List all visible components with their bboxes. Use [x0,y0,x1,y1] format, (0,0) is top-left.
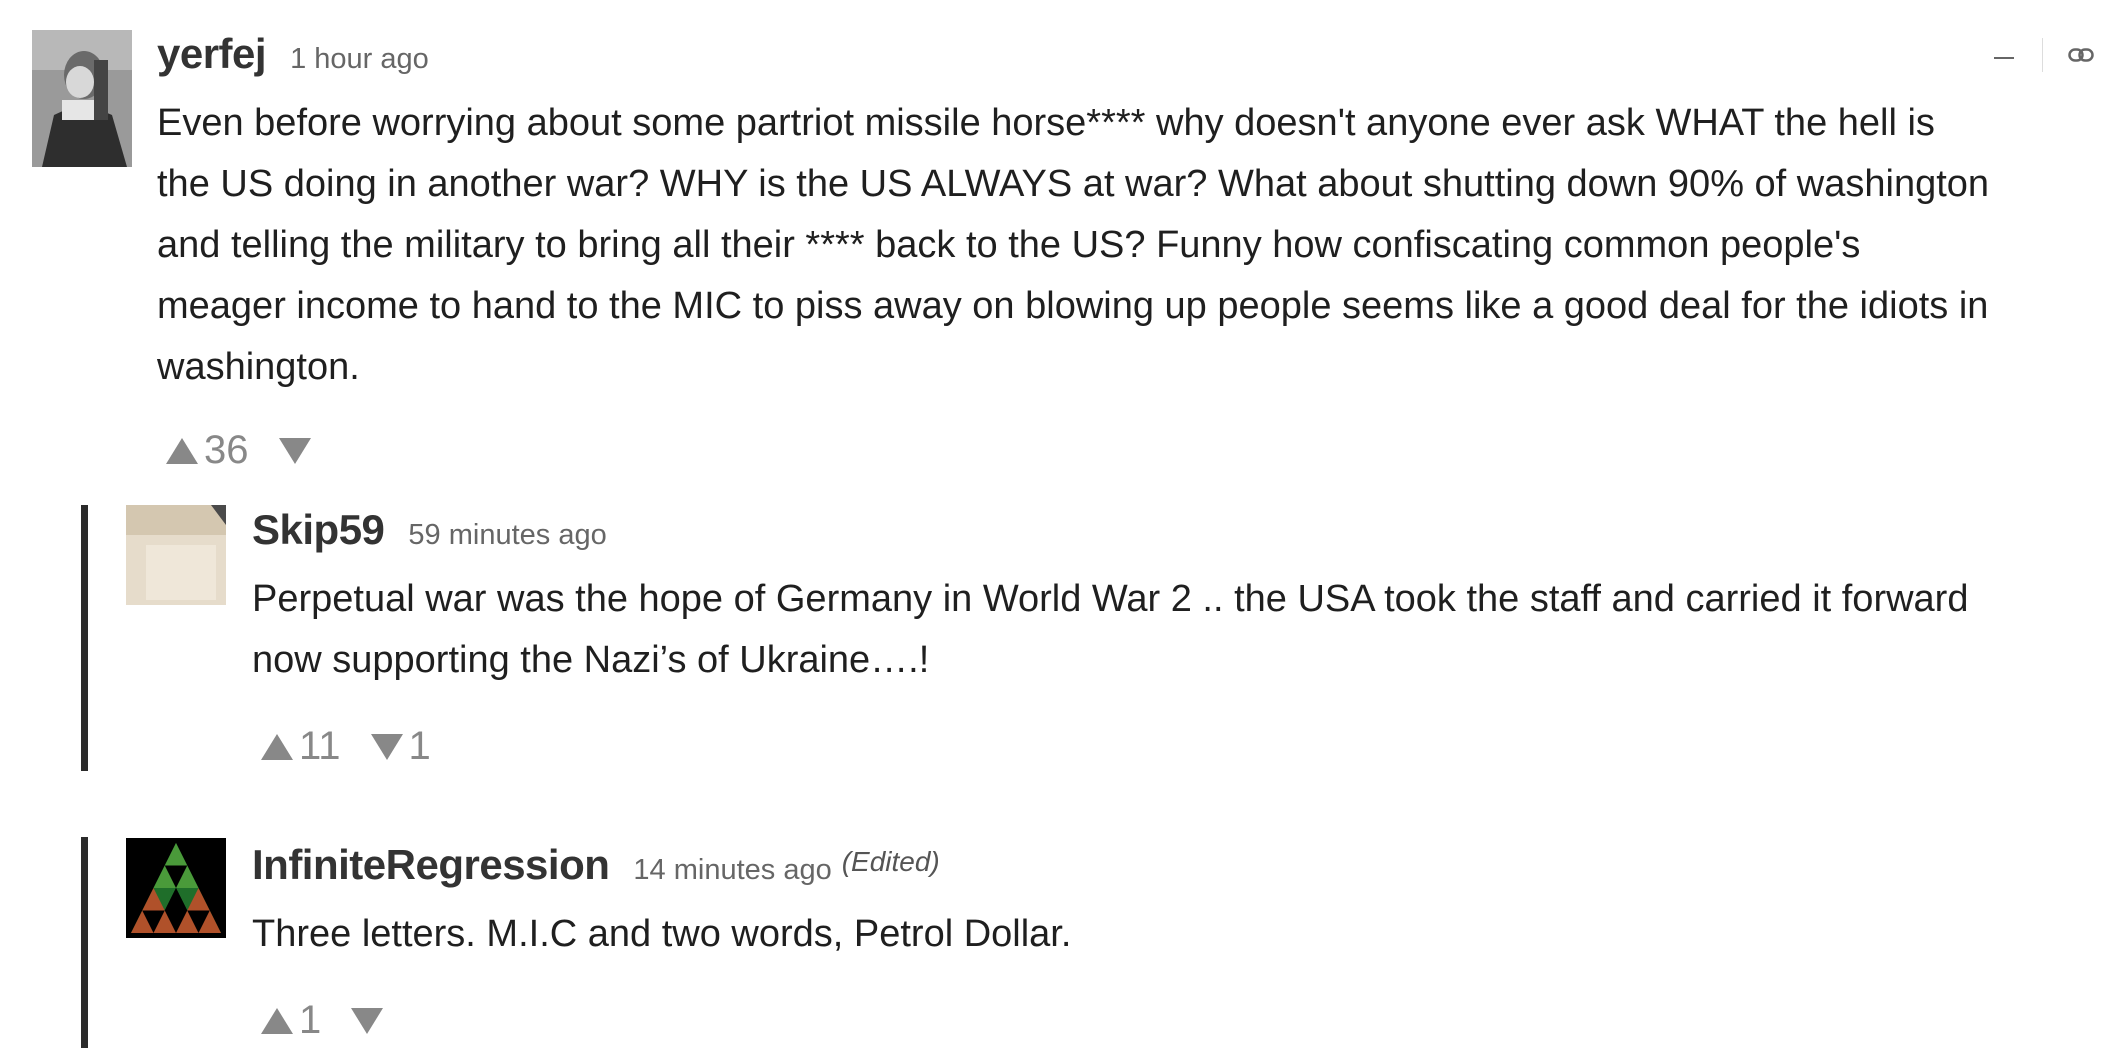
vote-bar: 11 1 [261,724,431,769]
triangle-up-icon [166,437,198,464]
username[interactable]: InfiniteRegression [252,841,610,889]
upvote-button[interactable]: 36 [166,428,249,473]
comment-body: Perpetual war was the hope of Germany in… [252,569,1968,691]
comment-line: now supporting the Nazi’s of Ukraine….! [252,639,930,681]
comment-tools [1946,38,2094,78]
comment-line: Even before worrying about some partriot… [157,102,1935,144]
downvote-button[interactable] [351,1007,389,1034]
avatar[interactable] [126,505,226,605]
avatar-image [126,505,226,605]
comment-infiniteregression: InfiniteRegression 14 minutes ago (Edite… [0,835,2106,1048]
comment-line: and telling the military to bring all th… [157,224,1861,266]
comment-meta: yerfej 1 hour ago [157,30,429,78]
sierpinski-triangle-icon [126,838,226,938]
comment-line: washington. [157,346,360,388]
comment-meta: InfiniteRegression 14 minutes ago (Edite… [252,841,940,889]
username[interactable]: Skip59 [252,506,385,554]
timestamp[interactable]: 14 minutes ago [633,854,831,887]
minus-icon[interactable] [1994,57,2014,59]
comment-line: Three letters. M.I.C and two words, Petr… [252,913,1072,955]
downvote-button[interactable] [278,437,317,464]
comment-line: the US doing in another war? WHY is the … [157,163,1990,205]
comment-skip59: Skip59 59 minutes ago Perpetual war was … [0,500,2106,780]
downvote-count: 1 [408,724,431,768]
comment-meta: Skip59 59 minutes ago [252,506,607,554]
edited-label: (Edited) [841,846,940,877]
upvote-count: 1 [299,998,322,1042]
upvote-button[interactable]: 11 [261,724,341,769]
thread-line [81,505,88,771]
comment-yerfej: yerfej 1 hour ago Even before worrying a… [0,0,2106,490]
link-icon[interactable] [2068,46,2094,69]
comment-body: Three letters. M.I.C and two words, Petr… [252,904,1071,965]
triangle-down-icon [278,437,311,464]
avatar-image [32,30,132,167]
upvote-count: 36 [204,428,249,472]
comment-body: Even before worrying about some partriot… [157,93,1989,398]
timestamp[interactable]: 59 minutes ago [408,519,606,552]
timestamp[interactable]: 1 hour ago [290,43,429,76]
comment-line: Perpetual war was the hope of Germany in… [252,578,1969,620]
triangle-up-icon [261,1007,293,1034]
avatar[interactable] [126,838,226,938]
downvote-button[interactable]: 1 [370,724,431,769]
username[interactable]: yerfej [157,30,267,78]
vote-bar: 36 [166,428,317,473]
comment-line: meager income to hand to the MIC to piss… [157,285,1989,327]
triangle-down-icon [351,1007,384,1034]
vote-bar: 1 [261,998,389,1043]
triangle-down-icon [370,733,403,760]
avatar[interactable] [32,30,132,167]
thread-line [81,837,88,1048]
divider [2042,38,2043,72]
upvote-count: 11 [299,724,341,768]
triangle-up-icon [261,733,293,760]
upvote-button[interactable]: 1 [261,998,321,1043]
